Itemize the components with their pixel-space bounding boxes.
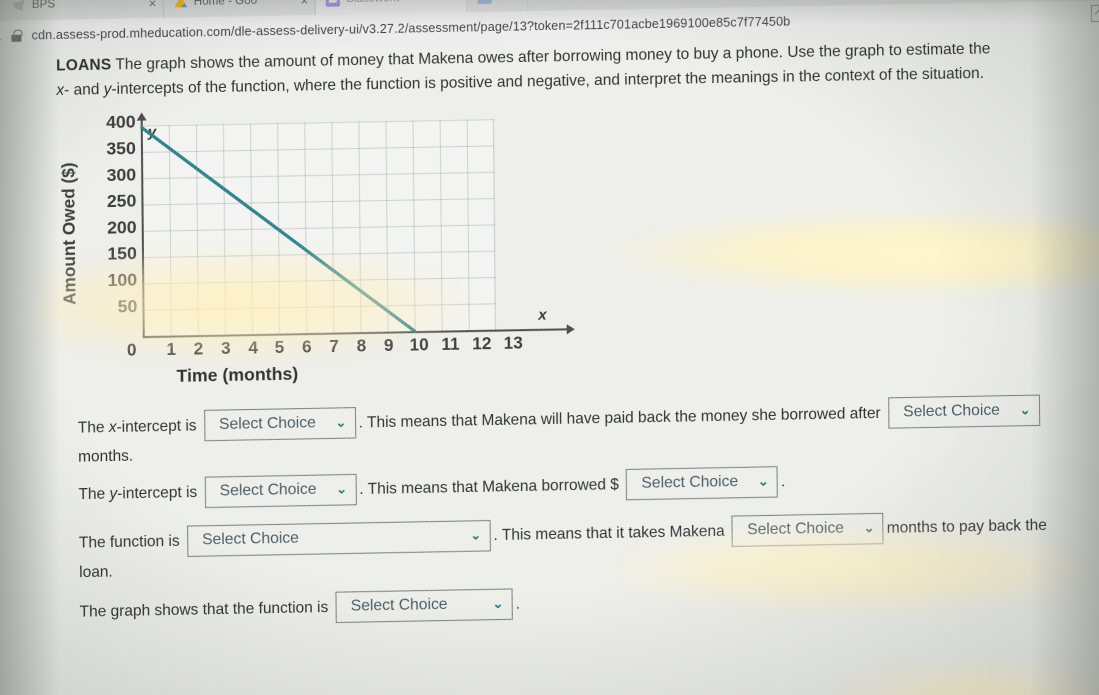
question-body-mid: - and: [64, 80, 104, 99]
tab-label: Classwork: [345, 0, 399, 5]
y-axis-ticks: 400 350 300 250 200 150 100 50: [75, 112, 138, 339]
x-tick: 9: [383, 335, 394, 355]
google-classroom-favicon-icon: [325, 0, 340, 7]
select-placeholder: Select Choice: [219, 481, 317, 501]
y-tick: 400: [105, 111, 136, 133]
select-placeholder: Select Choice: [641, 473, 739, 493]
chevron-down-icon: ⌄: [863, 520, 875, 536]
x-axis-label: Time (months): [176, 363, 299, 387]
select-placeholder: Select Choice: [202, 530, 299, 550]
select-y-intercept-amount[interactable]: Select Choice ⌄: [626, 466, 779, 501]
y-tick: 250: [106, 190, 137, 212]
x-tick: 3: [220, 338, 231, 358]
loan-graph: Amount Owed ($) 400 350 300 250 200 150 …: [59, 112, 568, 394]
select-function-behavior[interactable]: Select Choice ⌄: [335, 588, 513, 624]
sentence-text: The function is: [78, 532, 180, 552]
answer-area: The x-intercept is Select Choice ⌄ . Thi…: [78, 387, 1099, 634]
y-tick: 100: [107, 269, 138, 291]
sentence-text: months to pay back the: [886, 516, 1047, 538]
chevron-down-icon: ⌄: [757, 473, 769, 490]
select-function-interval[interactable]: Select Choice ⌄: [186, 520, 491, 558]
browser-window: × BPS × Home - Goo × Classwork: [0, 0, 1099, 695]
chevron-down-icon: ⌄: [335, 414, 347, 431]
share-icon[interactable]: [1090, 4, 1099, 23]
select-y-intercept-value[interactable]: Select Choice ⌄: [204, 474, 357, 509]
select-x-intercept-value[interactable]: Select Choice ⌄: [203, 407, 356, 442]
assessment-page: LOANS The graph shows the amount of mone…: [0, 30, 1099, 695]
bps-favicon-icon: [12, 0, 26, 13]
google-drive-favicon-icon: [173, 0, 187, 10]
x-axis-ticks: 0 1 2 3 4 5 6 7 8 9 10 11 12 13: [65, 333, 541, 366]
sentence-text: . This means that it takes Makena: [493, 522, 725, 545]
select-payback-months[interactable]: Select Choice ⌄: [731, 513, 884, 548]
y-tick: 200: [106, 216, 137, 238]
generic-favicon-icon: [477, 0, 492, 5]
select-x-intercept-months[interactable]: Select Choice ⌄: [887, 395, 1040, 430]
sentence-text: The: [77, 418, 109, 437]
x-tick: 2: [193, 339, 204, 359]
x-tick: 8: [356, 336, 367, 356]
home-icon[interactable]: [0, 29, 1, 43]
chevron-down-icon: ⌄: [470, 527, 482, 544]
tab-close-icon[interactable]: ×: [149, 0, 157, 11]
sentence-text: . This means that Makena borrowed $: [359, 476, 619, 499]
x-tick: 13: [503, 333, 523, 353]
plot-area: [141, 119, 496, 337]
phone-photo-of-screen: × BPS × Home - Goo × Classwork: [0, 0, 1099, 695]
sentence-text: . This means that Makena will have paid …: [358, 404, 881, 432]
question-tag: LOANS: [56, 56, 112, 75]
select-placeholder: Select Choice: [218, 414, 316, 434]
x-axis-letter: x: [538, 306, 547, 324]
x-tick: 11: [441, 334, 460, 354]
tab-label: Home - Goo: [193, 0, 258, 9]
sentence-text: The graph shows that the function is: [79, 598, 329, 621]
x-tick: 0: [126, 340, 137, 360]
x-tick: 6: [301, 337, 312, 357]
x-tick: 10: [409, 334, 429, 355]
sentence-text: .: [515, 595, 521, 613]
x-tick: 7: [329, 336, 339, 356]
y-tick: 300: [106, 164, 137, 185]
sentence-text: The: [78, 485, 110, 504]
y-axis-letter: y: [147, 123, 157, 141]
x-tick: 1: [166, 339, 177, 359]
sentence-text: .: [780, 473, 786, 491]
x-tick: 5: [274, 337, 285, 357]
chevron-down-icon: ⌄: [1019, 402, 1031, 418]
select-placeholder: Select Choice: [747, 520, 845, 540]
chevron-down-icon: ⌄: [492, 596, 504, 612]
x-tick: 4: [248, 338, 259, 358]
tab-close-icon[interactable]: ×: [300, 0, 308, 8]
x-tick: 12: [472, 333, 492, 354]
lock-icon: [11, 30, 21, 42]
x-variable: x: [56, 81, 65, 99]
y-tick: 50: [117, 295, 138, 317]
sentence-text: -intercept is: [117, 483, 198, 503]
y-tick: 150: [107, 243, 137, 264]
chevron-down-icon: ⌄: [336, 481, 348, 497]
sentence-text: -intercept is: [116, 417, 197, 436]
select-placeholder: Select Choice: [350, 596, 448, 616]
tab-label: BPS: [31, 0, 56, 12]
select-placeholder: Select Choice: [903, 401, 1001, 421]
y-tick: 350: [106, 137, 136, 159]
